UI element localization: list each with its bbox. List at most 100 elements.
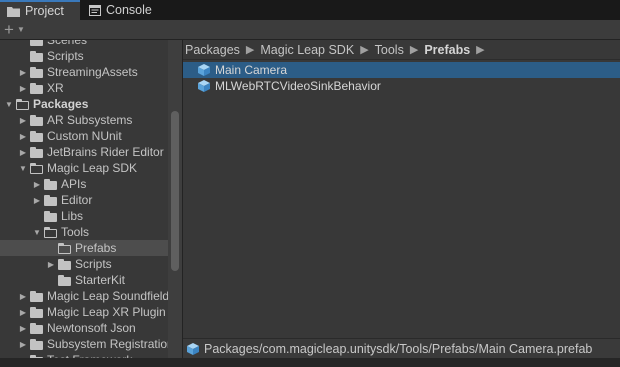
folder-open-icon <box>30 162 43 174</box>
breadcrumb-separator-icon[interactable]: ▶ <box>360 43 368 56</box>
tree-item[interactable]: StarterKit <box>0 272 168 288</box>
tree-item[interactable]: ▶ Custom NUnit <box>0 128 168 144</box>
selection-path-bar: Packages/com.magicleap.unitysdk/Tools/Pr… <box>183 338 620 358</box>
folder-icon <box>30 130 43 142</box>
tree-item[interactable]: ▶ Magic Leap XR Plugin <box>0 304 168 320</box>
folder-icon <box>30 306 43 318</box>
tree-item-label: Subsystem Registration <box>47 337 168 351</box>
breadcrumb-separator-icon[interactable]: ▶ <box>476 43 484 56</box>
tree-item[interactable]: ▼ Packages <box>0 96 168 112</box>
folder-icon <box>30 146 43 158</box>
chevron-right-icon[interactable]: ▶ <box>18 68 28 77</box>
prefab-cube-icon <box>198 80 210 92</box>
tree-item[interactable]: ▼ Tools <box>0 224 168 240</box>
tree-item-label: Magic Leap Soundfield <box>47 289 168 303</box>
create-asset-button[interactable]: + ▼ <box>4 21 32 38</box>
folder-icon <box>58 274 71 286</box>
chevron-down-icon[interactable]: ▼ <box>18 164 28 173</box>
tree-item-label: Custom NUnit <box>47 129 122 143</box>
chevron-right-icon[interactable]: ▶ <box>18 324 28 333</box>
chevron-right-icon[interactable]: ▶ <box>18 148 28 157</box>
chevron-right-icon[interactable]: ▶ <box>18 292 28 301</box>
tree-item[interactable]: ▶ XR <box>0 80 168 96</box>
tree-item[interactable]: ▶ Subsystem Registration <box>0 336 168 352</box>
tree-item[interactable]: ▶ Newtonsoft Json <box>0 320 168 336</box>
chevron-right-icon[interactable]: ▶ <box>46 260 56 269</box>
breadcrumb-item[interactable]: Packages <box>185 43 240 57</box>
tree-item-label: APIs <box>61 177 87 191</box>
asset-item-label: Main Camera <box>215 63 288 77</box>
tree-item-label: Packages <box>33 97 89 111</box>
tree-item-label: Magic Leap SDK <box>47 161 138 175</box>
chevron-right-icon[interactable]: ▶ <box>18 116 28 125</box>
folder-icon <box>30 322 43 334</box>
folder-open-icon <box>44 226 57 238</box>
tree-item-label: StreamingAssets <box>47 65 138 79</box>
folder-icon <box>44 178 57 190</box>
tree-item-label: Tools <box>61 225 90 239</box>
chevron-right-icon[interactable]: ▶ <box>32 180 42 189</box>
tab-console[interactable]: Console <box>82 0 164 20</box>
folder-open-icon <box>58 242 71 254</box>
breadcrumb-item[interactable]: Prefabs <box>424 43 470 57</box>
asset-panel: Packages ▶ Magic Leap SDK ▶ Tools ▶ Prefabs ▶ M… <box>183 40 620 358</box>
tree-item[interactable]: ▶ JetBrains Rider Editor <box>0 144 168 160</box>
tree-item[interactable]: ▶ Magic Leap Soundfield <box>0 288 168 304</box>
folder-icon <box>30 40 43 46</box>
folder-tree-panel[interactable]: Scenes Scripts ▶ StreamingAssets ▶ XR ▼ Package… <box>0 40 182 358</box>
prefab-cube-icon <box>198 64 210 76</box>
asset-item[interactable]: MLWebRTCVideoSinkBehavior <box>183 78 620 94</box>
tree-item[interactable]: ▶ StreamingAssets <box>0 64 168 80</box>
tree-item-label: StarterKit <box>75 273 126 287</box>
bottom-strip <box>0 358 620 367</box>
chevron-down-icon: ▼ <box>16 25 25 34</box>
folder-icon <box>30 114 43 126</box>
plus-icon: + <box>4 20 14 39</box>
breadcrumb-item[interactable]: Magic Leap SDK <box>260 43 354 57</box>
chevron-down-icon[interactable]: ▼ <box>4 100 14 109</box>
folder-icon <box>30 82 43 94</box>
chevron-right-icon[interactable]: ▶ <box>32 196 42 205</box>
breadcrumb-item[interactable]: Tools <box>375 43 404 57</box>
tree-item[interactable]: ▶ APIs <box>0 176 168 192</box>
breadcrumb-separator-icon[interactable]: ▶ <box>246 43 254 56</box>
tree-item-label: AR Subsystems <box>47 113 133 127</box>
tree-item-label: XR <box>47 81 64 95</box>
asset-item[interactable]: Main Camera <box>183 62 620 78</box>
tab-console-label: Console <box>106 3 152 17</box>
folder-icon <box>30 338 43 350</box>
tree-item-label: Scripts <box>47 49 84 63</box>
window-tab-bar: Project Console <box>0 0 620 20</box>
tree-item[interactable]: Libs <box>0 208 168 224</box>
chevron-right-icon[interactable]: ▶ <box>18 308 28 317</box>
tree-item[interactable]: Scripts <box>0 48 168 64</box>
tree-item-label: Prefabs <box>75 241 117 255</box>
tree-item[interactable]: ▶ Editor <box>0 192 168 208</box>
chevron-right-icon[interactable]: ▶ <box>18 132 28 141</box>
tree-item[interactable]: ▼ Magic Leap SDK <box>0 160 168 176</box>
tree-item[interactable]: ▶ Scripts <box>0 256 168 272</box>
tree-item-label: Newtonsoft Json <box>47 321 136 335</box>
folder-icon <box>30 50 43 62</box>
folder-icon <box>44 210 57 222</box>
tree-item-label: Libs <box>61 209 84 223</box>
breadcrumb-separator-icon[interactable]: ▶ <box>410 43 418 56</box>
folder-icon <box>30 290 43 302</box>
tree-item-label: Editor <box>61 193 93 207</box>
project-toolbar: + ▼ <box>0 20 620 40</box>
tree-item[interactable]: Prefabs <box>0 240 168 256</box>
asset-item-label: MLWebRTCVideoSinkBehavior <box>215 79 381 93</box>
breadcrumb: Packages ▶ Magic Leap SDK ▶ Tools ▶ Prefabs ▶ <box>183 40 620 60</box>
tree-item-label: Magic Leap XR Plugin <box>47 305 166 319</box>
folder-open-icon <box>16 98 29 110</box>
chevron-right-icon[interactable]: ▶ <box>18 84 28 93</box>
tab-project[interactable]: Project <box>0 0 80 20</box>
chevron-down-icon[interactable]: ▼ <box>32 228 42 237</box>
tree-item[interactable]: ▶ AR Subsystems <box>0 112 168 128</box>
folder-icon <box>30 66 43 78</box>
folder-icon <box>7 6 20 17</box>
tree-item[interactable]: Scenes <box>0 40 168 48</box>
folder-tree-scroll-thumb[interactable] <box>171 111 179 271</box>
chevron-right-icon[interactable]: ▶ <box>18 340 28 349</box>
tree-item-label: JetBrains Rider Editor <box>47 145 164 159</box>
